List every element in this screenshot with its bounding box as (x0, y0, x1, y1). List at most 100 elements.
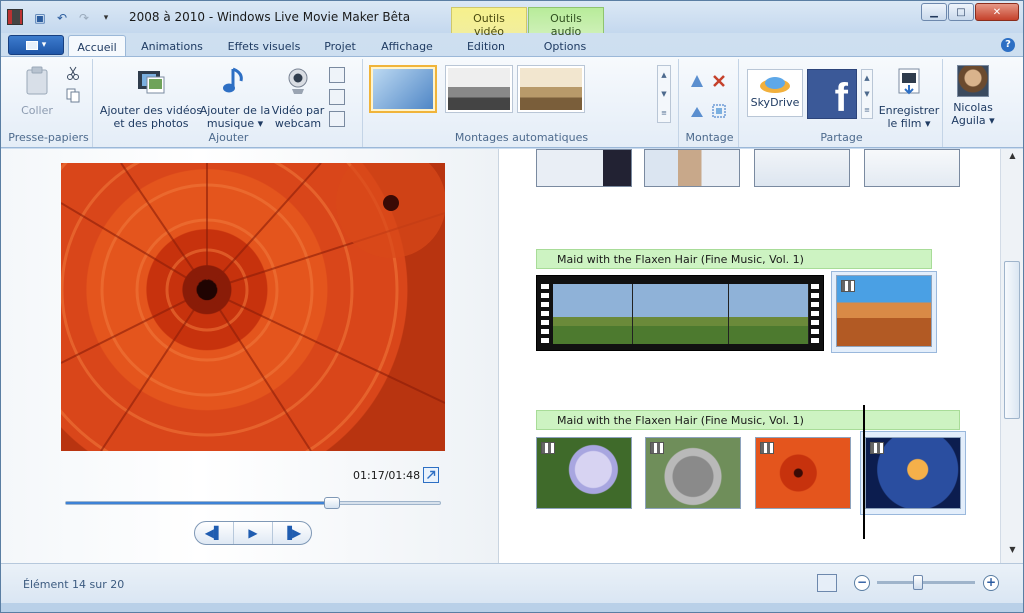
storyboard-clip-4[interactable] (864, 149, 960, 187)
group-share: SkyDrive f ▲ ▼ ≡ Enregistrer le film ▾ Par… (741, 59, 943, 147)
webcam-icon (288, 68, 308, 94)
maximize-icon[interactable]: □ (948, 3, 974, 21)
automovie-theme-black-white[interactable] (445, 65, 513, 113)
group-label-automovie: Montages automatiques (454, 131, 589, 144)
storyboard-clip-1[interactable] (536, 149, 632, 187)
avatar (957, 65, 989, 97)
tab-animations[interactable]: Animations (133, 35, 211, 57)
help-icon[interactable]: ? (1001, 38, 1015, 52)
storyboard-clip-jellyfish[interactable] (865, 437, 961, 509)
storyboard-view-icon[interactable] (817, 574, 837, 592)
film-frame-1 (553, 284, 633, 344)
zoom-slider[interactable] (877, 575, 975, 590)
select-all-icon[interactable] (711, 103, 727, 119)
tab-edition[interactable]: Edition (453, 35, 519, 57)
zoom-in-icon[interactable]: + (983, 575, 999, 591)
skydrive-label: SkyDrive (750, 96, 800, 109)
time-readout: 01:17/01:48 (353, 469, 421, 482)
rotate-left-icon[interactable] (689, 73, 705, 89)
play-icon[interactable]: ▶ (234, 522, 273, 544)
paste-button[interactable]: Coller (13, 65, 61, 117)
gallery-up-icon[interactable]: ▲ (661, 71, 666, 79)
add-music-label: Ajouter de la musique ▾ (199, 104, 271, 130)
previous-frame-icon[interactable]: ◀▌ (195, 522, 234, 544)
next-frame-icon[interactable]: ▐▶ (273, 522, 311, 544)
storyboard-clip-koala[interactable] (645, 437, 741, 509)
share-gallery-scroll[interactable]: ▲ ▼ ≡ (861, 69, 873, 119)
facebook-icon[interactable]: f (807, 69, 857, 119)
close-icon[interactable]: ✕ (975, 3, 1019, 21)
storyboard-clip-2[interactable] (644, 149, 740, 187)
item-counter: Élément 14 sur 20 (23, 578, 125, 591)
storyboard-clip-hydrangea[interactable] (536, 437, 632, 509)
customize-qat-icon[interactable]: ▾ (97, 9, 115, 27)
webcam-label: Vidéo par webcam (271, 104, 325, 130)
main-area: 01:17/01:48 ◀▌ ▶ ▐▶ Maid with the Flaxen… (1, 149, 1023, 563)
storyboard-clip-desert[interactable] (836, 275, 932, 347)
tab-accueil[interactable]: Accueil (68, 35, 126, 57)
share-up-icon[interactable]: ▲ (864, 74, 869, 82)
add-music-button[interactable]: Ajouter de la musique ▾ (199, 65, 271, 130)
save-movie-label: Enregistrer le film ▾ (878, 104, 940, 130)
scroll-up-icon[interactable]: ▲ (1001, 151, 1024, 167)
save-icon[interactable]: ▣ (31, 9, 49, 27)
film-photo-icon (138, 71, 165, 94)
copy-icon[interactable] (65, 87, 81, 103)
music-track-1[interactable]: Maid with the Flaxen Hair (Fine Music, V… (536, 249, 932, 269)
movie-maker-icon[interactable] (7, 9, 23, 25)
automovie-theme-contemporary[interactable] (369, 65, 437, 113)
paste-icon (26, 66, 48, 95)
webcam-video-button[interactable]: Vidéo par webcam (267, 65, 329, 130)
file-menu-button[interactable]: ▾ (8, 35, 64, 55)
film-sprocket-holes (541, 280, 549, 346)
credits-icon[interactable] (329, 111, 345, 127)
skydrive-button[interactable]: SkyDrive (747, 69, 803, 117)
scroll-thumb[interactable] (1004, 261, 1020, 419)
music-track-2[interactable]: Maid with the Flaxen Hair (Fine Music, V… (536, 410, 960, 430)
film-sprocket-holes-right (811, 280, 819, 346)
transition-icon (760, 442, 774, 454)
add-videos-photos-button[interactable]: Ajouter des vidéos et des photos (99, 65, 203, 130)
remove-icon[interactable] (711, 73, 727, 89)
storyboard-clip-3[interactable] (754, 149, 850, 187)
gallery-scroll[interactable]: ▲ ▼ ≡ (657, 65, 671, 123)
tab-affichage[interactable]: Affichage (373, 35, 441, 57)
storyboard-video-clip[interactable] (536, 275, 824, 351)
preview-monitor[interactable] (61, 163, 445, 451)
redo-icon[interactable]: ↷ (75, 9, 93, 27)
user-account-button[interactable]: Nicolas Aguila ▾ (947, 65, 999, 127)
transport-controls: ◀▌ ▶ ▐▶ (194, 521, 312, 545)
undo-icon[interactable]: ↶ (53, 9, 71, 27)
title-icon[interactable] (329, 67, 345, 83)
save-movie-button[interactable]: Enregistrer le film ▾ (875, 65, 943, 130)
seek-thumb[interactable] (323, 497, 340, 509)
gallery-down-icon[interactable]: ▼ (661, 90, 666, 98)
storyboard[interactable]: Maid with the Flaxen Hair (Fine Music, V… (500, 149, 1000, 563)
storyboard-scrollbar[interactable]: ▲ ▼ (1000, 149, 1023, 563)
rotate-right-icon[interactable] (689, 103, 705, 119)
zoom-out-icon[interactable]: − (854, 575, 870, 591)
cut-icon[interactable] (65, 65, 81, 81)
group-label-share: Partage (820, 131, 863, 144)
zoom-slider-thumb[interactable] (913, 575, 924, 590)
tab-options[interactable]: Options (531, 35, 599, 57)
playhead-indicator[interactable] (863, 405, 865, 539)
minimize-icon[interactable]: ▁ (921, 3, 947, 21)
tab-projet[interactable]: Projet (317, 35, 363, 57)
group-edit: Montage (681, 59, 739, 147)
tab-effets-visuels[interactable]: Effets visuels (219, 35, 309, 57)
fullscreen-icon[interactable] (423, 467, 439, 483)
storyboard-clip-chrysanthemum[interactable] (755, 437, 851, 509)
seek-bar[interactable] (65, 497, 441, 509)
gallery-more-icon[interactable]: ≡ (661, 109, 667, 117)
user-name-label: Nicolas Aguila ▾ (951, 101, 995, 127)
transition-icon (541, 442, 555, 454)
share-more-icon[interactable]: ≡ (864, 106, 870, 114)
transition-icon (841, 280, 855, 292)
seek-progress (66, 502, 332, 504)
save-movie-icon (898, 68, 920, 95)
caption-icon[interactable] (329, 89, 345, 105)
share-down-icon[interactable]: ▼ (864, 90, 869, 98)
scroll-down-icon[interactable]: ▼ (1001, 545, 1024, 561)
automovie-theme-sepia[interactable] (517, 65, 585, 113)
